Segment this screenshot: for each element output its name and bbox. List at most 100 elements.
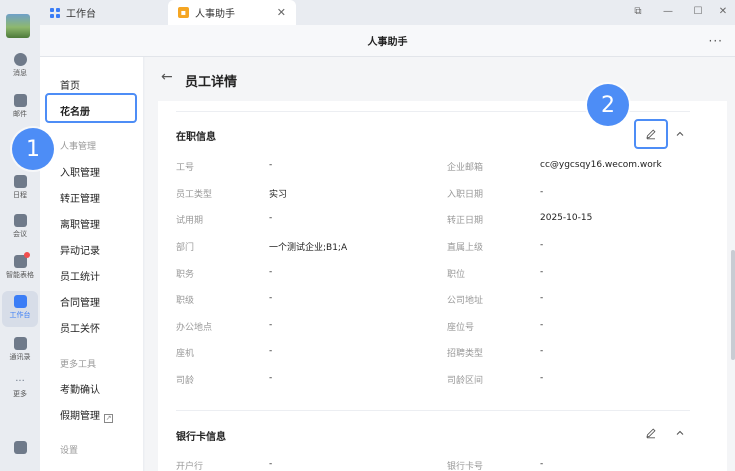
nav-item-leave-label: 假期管理 xyxy=(60,411,100,422)
field-label: 试用期 xyxy=(176,216,204,226)
rail-item-calendar[interactable]: 日程 xyxy=(0,175,40,200)
divider xyxy=(176,410,690,411)
field-label: 职务 xyxy=(176,270,195,280)
app-header: 人事助手 ··· xyxy=(40,25,735,57)
close-icon[interactable]: ✕ xyxy=(277,6,286,19)
field-label: 司龄 xyxy=(176,376,195,386)
grid-icon xyxy=(50,7,60,18)
section-title-job-info: 在职信息 xyxy=(176,132,216,143)
rail-label: 更多 xyxy=(13,390,27,398)
minimize-icon[interactable]: — xyxy=(656,0,680,22)
field-value: - xyxy=(269,267,273,277)
field-label: 座机 xyxy=(176,349,195,359)
field-value: - xyxy=(540,187,544,197)
nav-section-hr: 人事管理 xyxy=(60,142,97,152)
more-options-icon[interactable]: ··· xyxy=(709,34,723,48)
step-callout-2: 2 xyxy=(587,84,629,126)
hr-sidebar: 首页 花名册 人事管理 入职管理 转正管理 离职管理 异动记录 员工统计 合同管… xyxy=(40,57,144,471)
field-value: - xyxy=(269,293,273,303)
edit-pencil-icon[interactable] xyxy=(643,425,659,441)
calendar-icon xyxy=(13,175,27,188)
rail-item-more[interactable]: ··· 更多 xyxy=(0,377,40,399)
nav-section-settings: 设置 xyxy=(60,446,79,456)
field-label: 职级 xyxy=(176,296,195,306)
nav-item-roster[interactable]: 花名册 xyxy=(60,103,90,118)
left-rail: 消息 邮件 日程 会议 智能表格 工作台 通讯录 ··· 更多 xyxy=(0,25,40,471)
rail-label: 日程 xyxy=(13,191,27,199)
nav-item-onboarding[interactable]: 入职管理 xyxy=(60,164,100,179)
nav-item-offboarding[interactable]: 离职管理 xyxy=(60,216,100,231)
field-label: 直属上级 xyxy=(447,243,484,253)
nav-item-home[interactable]: 首页 xyxy=(60,77,80,92)
field-label: 企业邮箱 xyxy=(447,163,484,173)
field-value: - xyxy=(269,160,273,170)
nav-item-care[interactable]: 员工关怀 xyxy=(60,320,100,335)
pin-window-icon[interactable]: ⧉ xyxy=(626,0,650,22)
edit-pencil-icon[interactable] xyxy=(643,126,659,142)
mail-icon xyxy=(13,94,27,107)
field-label: 银行卡号 xyxy=(447,462,484,471)
rail-item-stats[interactable] xyxy=(0,441,40,454)
more-icon: ··· xyxy=(15,376,25,387)
field-value: 一个测试企业;B1;A xyxy=(269,243,348,253)
app-title: 人事助手 xyxy=(367,37,408,48)
chevron-up-icon[interactable] xyxy=(672,425,688,441)
field-value: 2025-10-15 xyxy=(540,213,593,223)
rail-label: 工作台 xyxy=(9,311,31,319)
nav-item-regularization[interactable]: 转正管理 xyxy=(60,190,100,205)
field-value: - xyxy=(540,346,544,356)
field-label: 入职日期 xyxy=(447,190,484,200)
rail-item-smart-sheet[interactable]: 智能表格 xyxy=(0,252,40,280)
field-label: 工号 xyxy=(176,163,195,173)
field-value: 实习 xyxy=(269,190,288,200)
field-label: 部门 xyxy=(176,243,195,253)
nav-item-changes[interactable]: 异动记录 xyxy=(60,242,100,257)
tab-label: 人事助手 xyxy=(195,9,235,20)
apps-icon xyxy=(13,295,27,308)
field-value: - xyxy=(540,293,544,303)
rail-item-messages[interactable]: 消息 xyxy=(0,53,40,78)
chevron-up-icon[interactable] xyxy=(672,126,688,142)
field-value: - xyxy=(269,373,273,383)
field-label: 转正日期 xyxy=(447,216,484,226)
field-value: - xyxy=(269,459,273,469)
section-title-bank-info: 银行卡信息 xyxy=(176,432,226,443)
field-value: - xyxy=(540,240,544,250)
tab-label: 工作台 xyxy=(66,9,96,20)
field-value: - xyxy=(269,320,273,330)
field-value: - xyxy=(540,459,544,469)
close-window-icon[interactable]: ✕ xyxy=(711,0,735,22)
field-value: - xyxy=(540,373,544,383)
field-value: - xyxy=(269,213,273,223)
nav-item-contracts[interactable]: 合同管理 xyxy=(60,294,100,309)
nav-item-attendance[interactable]: 考勤确认 xyxy=(60,381,100,396)
vertical-scrollbar[interactable] xyxy=(731,250,735,360)
contacts-icon xyxy=(13,337,27,350)
field-label: 招聘类型 xyxy=(447,349,484,359)
rail-item-meeting[interactable]: 会议 xyxy=(0,214,40,239)
field-label: 座位号 xyxy=(447,323,475,333)
field-label: 司龄区间 xyxy=(447,376,484,386)
main-content: ← 员工详情 在职信息 工号 - 企业邮箱 cc@ygcsqy16.wecom.… xyxy=(145,57,735,471)
rail-label: 会议 xyxy=(13,230,27,238)
nav-item-leave[interactable]: 假期管理 ↗ xyxy=(60,407,113,423)
rail-item-workbench[interactable]: 工作台 xyxy=(0,291,40,327)
avatar[interactable] xyxy=(6,14,30,38)
field-label: 办公地点 xyxy=(176,323,213,333)
maximize-icon[interactable]: ☐ xyxy=(686,0,710,22)
tab-workbench[interactable]: 工作台 xyxy=(40,0,168,25)
field-value: - xyxy=(540,267,544,277)
chat-icon xyxy=(13,53,27,66)
back-arrow-icon[interactable]: ← xyxy=(161,69,173,85)
tab-strip: 工作台 ▪ 人事助手 ✕ ⧉ — ☐ ✕ xyxy=(0,0,735,25)
tab-hr-assistant[interactable]: ▪ 人事助手 ✕ xyxy=(168,0,296,25)
field-value: - xyxy=(540,320,544,330)
rail-item-mail[interactable]: 邮件 xyxy=(0,94,40,119)
nav-item-statistics[interactable]: 员工统计 xyxy=(60,268,100,283)
external-link-icon: ↗ xyxy=(104,414,113,423)
field-label: 开户行 xyxy=(176,462,204,471)
field-value: cc@ygcsqy16.wecom.work xyxy=(540,160,662,170)
bar-chart-icon xyxy=(13,441,27,454)
rail-item-contacts[interactable]: 通讯录 xyxy=(0,337,40,362)
rail-label: 智能表格 xyxy=(6,271,34,279)
